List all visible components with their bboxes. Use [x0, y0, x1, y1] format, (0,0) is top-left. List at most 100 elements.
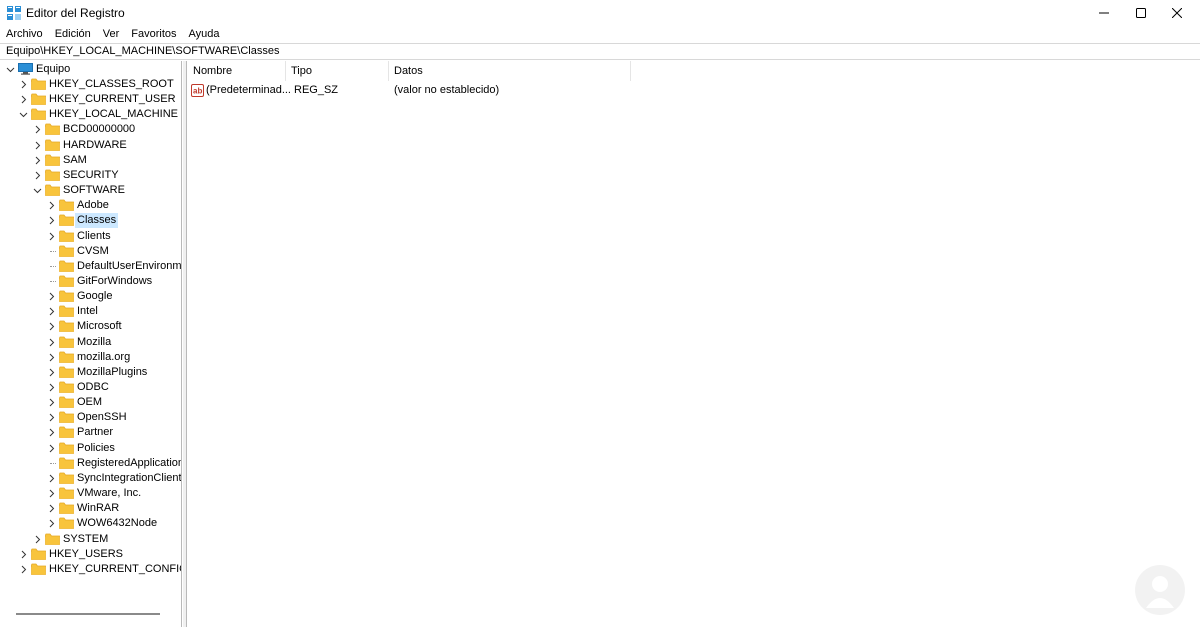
- tree-connector: [50, 280, 56, 282]
- folder-icon: [59, 214, 74, 227]
- folder-icon: [59, 245, 74, 257]
- tree-item-label: HKEY_USERS: [49, 547, 123, 560]
- chevron-right-icon[interactable]: [47, 383, 56, 392]
- folder-icon: [59, 426, 74, 439]
- chevron-right-icon[interactable]: [47, 232, 56, 241]
- tree-item-label: OpenSSH: [77, 411, 127, 424]
- chevron-right-icon[interactable]: [47, 504, 56, 513]
- column-header-nombre[interactable]: Nombre: [188, 61, 286, 81]
- tree-item-label: Microsoft: [77, 320, 122, 333]
- chevron-right-icon[interactable]: [33, 141, 42, 150]
- address-bar[interactable]: Equipo\HKEY_LOCAL_MACHINE\SOFTWARE\Class…: [0, 43, 1200, 60]
- folder-icon: [59, 320, 74, 333]
- menu-archivo[interactable]: Archivo: [6, 26, 43, 43]
- tree-item-label: WOW6432Node: [77, 517, 158, 530]
- chevron-right-icon[interactable]: [33, 535, 42, 544]
- chevron-right-icon[interactable]: [47, 292, 56, 301]
- tree-connector: [50, 265, 56, 267]
- folder-icon: [59, 305, 74, 318]
- folder-icon: [31, 563, 46, 575]
- column-header-datos[interactable]: Datos: [389, 61, 631, 81]
- menu-ver[interactable]: Ver: [103, 26, 120, 43]
- chevron-down-icon[interactable]: [19, 110, 28, 119]
- folder-icon: [59, 336, 74, 348]
- tree-horizontal-scrollbar[interactable]: [16, 613, 160, 615]
- chevron-right-icon[interactable]: [47, 307, 56, 316]
- chevron-right-icon[interactable]: [47, 519, 56, 528]
- folder-icon: [45, 139, 60, 151]
- chevron-right-icon[interactable]: [47, 398, 56, 407]
- chevron-down-icon[interactable]: [6, 65, 15, 74]
- column-header-tipo[interactable]: Tipo: [286, 61, 389, 81]
- tree-item-label: SECURITY: [63, 168, 119, 181]
- chevron-right-icon[interactable]: [47, 489, 56, 498]
- menu-edicion[interactable]: Edición: [55, 26, 91, 43]
- menu-bar: Archivo Edición Ver Favoritos Ayuda: [0, 26, 232, 43]
- chevron-right-icon[interactable]: [33, 156, 42, 165]
- tree-item-label: HKEY_CLASSES_ROOT: [49, 78, 174, 90]
- folder-icon: [59, 351, 74, 363]
- folder-icon: [59, 290, 74, 302]
- value-name: (Predeterminad...: [206, 84, 291, 96]
- chevron-right-icon[interactable]: [19, 95, 28, 104]
- chevron-right-icon[interactable]: [33, 125, 42, 134]
- folder-icon: [59, 366, 74, 378]
- tree-item-label: OEM: [77, 396, 103, 409]
- tree-item-label: BCD00000000: [63, 123, 136, 136]
- chevron-right-icon[interactable]: [47, 474, 56, 483]
- folder-icon: [59, 260, 74, 272]
- tree-item-label: Policies: [77, 441, 115, 454]
- computer-icon: [18, 63, 33, 75]
- tree-item-label: WinRAR: [77, 502, 120, 515]
- tree-item-label: RegisteredApplications: [77, 456, 182, 469]
- folder-icon: [59, 502, 74, 515]
- tree-item-label: ODBC: [77, 381, 109, 393]
- chevron-right-icon[interactable]: [47, 413, 56, 422]
- folder-icon: [31, 108, 46, 121]
- folder-icon: [59, 457, 74, 469]
- chevron-right-icon[interactable]: [19, 550, 28, 559]
- chevron-right-icon[interactable]: [47, 322, 56, 331]
- chevron-right-icon[interactable]: [47, 368, 56, 377]
- chevron-right-icon[interactable]: [47, 444, 56, 453]
- tree-item-label: GitForWindows: [77, 274, 153, 287]
- registry-tree[interactable]: Equipo HKEY_CLASSES_ROOT HKEY_CURRENT_USE…: [2, 61, 182, 627]
- folder-icon: [45, 533, 60, 545]
- folder-icon: [59, 472, 74, 484]
- pane-splitter[interactable]: [183, 61, 187, 627]
- window-title: Editor del Registro: [26, 6, 125, 20]
- svg-text:ab: ab: [193, 87, 202, 96]
- tree-item-label: mozilla.org: [77, 350, 131, 363]
- folder-icon: [59, 411, 74, 424]
- chevron-right-icon[interactable]: [47, 216, 56, 225]
- tree-item-label: Google: [77, 290, 113, 303]
- chevron-right-icon[interactable]: [47, 353, 56, 362]
- folder-icon: [59, 381, 74, 393]
- list-item[interactable]: ab (Predeterminad... REG_SZ (valor no es…: [188, 82, 1199, 99]
- folder-icon: [59, 442, 74, 454]
- value-type: REG_SZ: [294, 84, 339, 96]
- folder-icon: [59, 487, 74, 499]
- string-value-icon: ab: [191, 84, 204, 97]
- values-list[interactable]: Nombre Tipo Datos ab (Predeterminad... R…: [188, 61, 1199, 627]
- tree-item-label: MozillaPlugins: [77, 365, 148, 378]
- tree-item-label: SYSTEM: [63, 532, 109, 545]
- folder-icon: [45, 123, 60, 136]
- tree-item-label: SyncIntegrationClients: [77, 471, 182, 484]
- close-button[interactable]: [1154, 0, 1200, 26]
- chevron-down-icon[interactable]: [33, 186, 42, 195]
- chevron-right-icon[interactable]: [33, 171, 42, 180]
- folder-icon: [59, 230, 74, 242]
- menu-favoritos[interactable]: Favoritos: [131, 26, 176, 43]
- close-icon: [1172, 8, 1182, 18]
- chevron-right-icon[interactable]: [47, 428, 56, 437]
- chevron-right-icon[interactable]: [19, 565, 28, 574]
- title-bar: Editor del Registro: [0, 0, 1200, 26]
- menu-ayuda[interactable]: Ayuda: [189, 26, 220, 43]
- tree-item-label: Equipo: [36, 63, 71, 75]
- chevron-right-icon[interactable]: [47, 338, 56, 347]
- tree-item-label: SOFTWARE: [63, 184, 125, 197]
- chevron-right-icon[interactable]: [47, 201, 56, 210]
- folder-icon: [45, 184, 60, 196]
- chevron-right-icon[interactable]: [19, 80, 28, 89]
